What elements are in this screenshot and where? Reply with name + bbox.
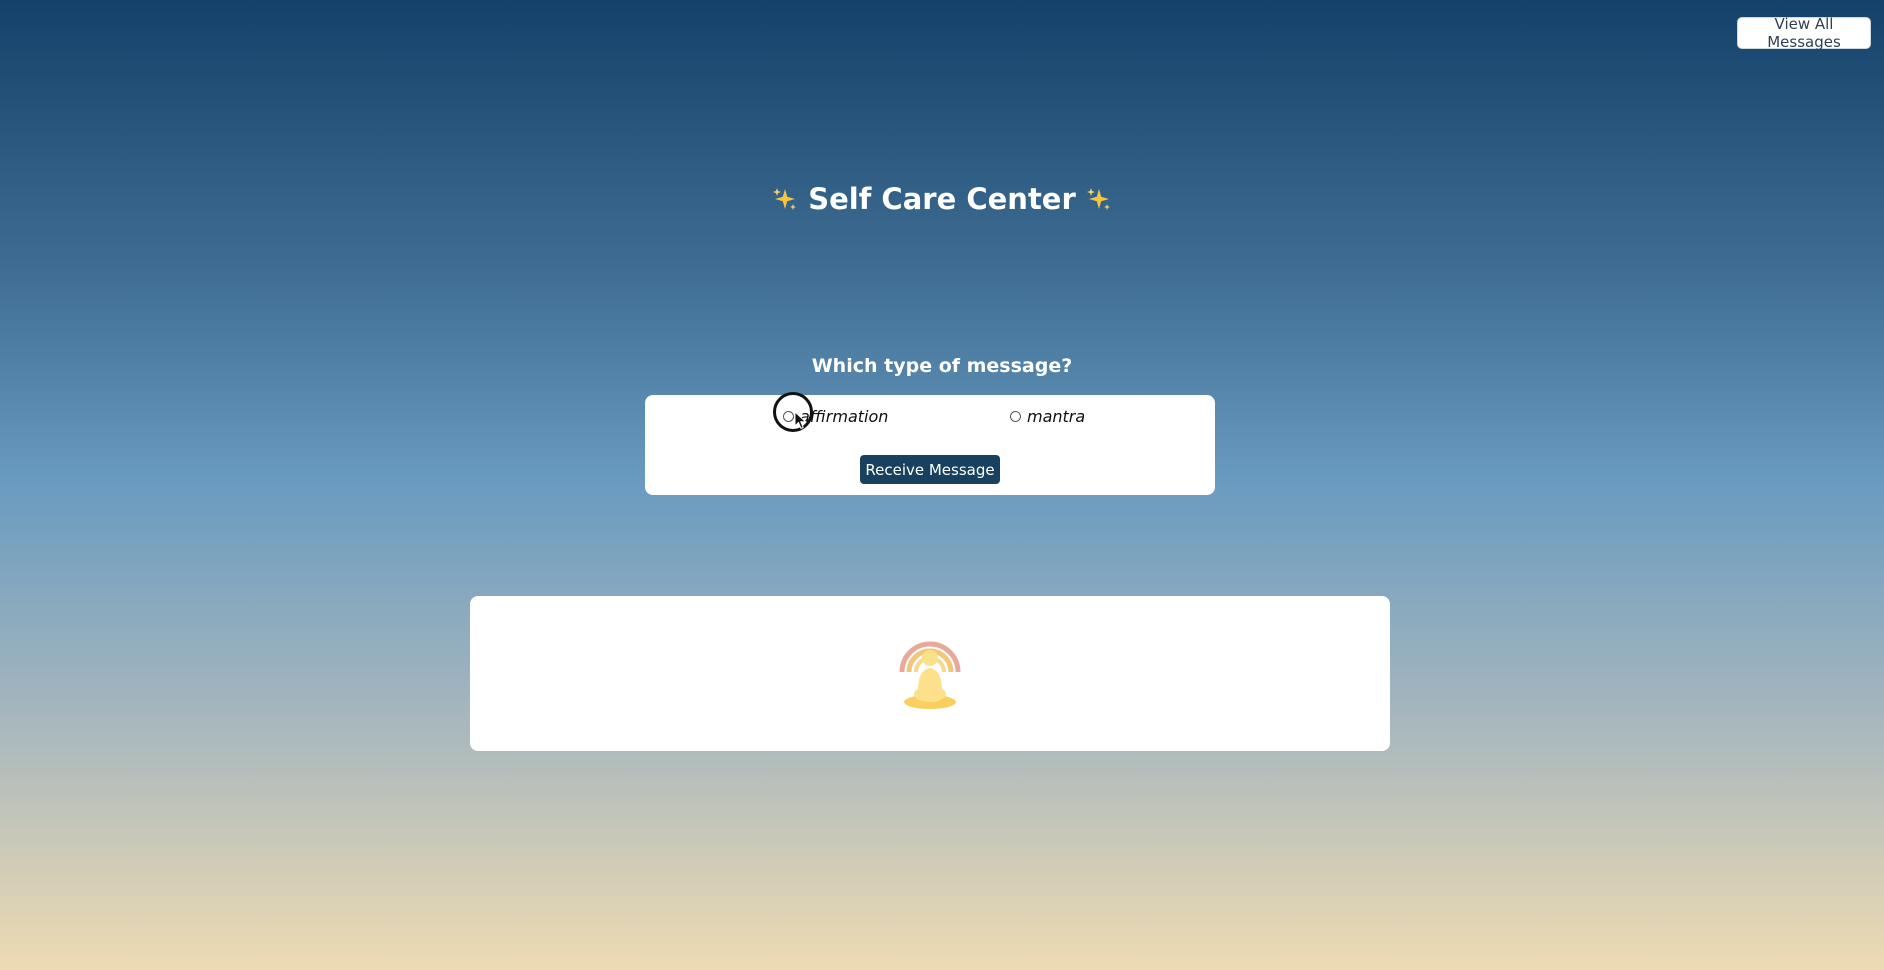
sparkles-icon <box>771 185 799 213</box>
affirmation-label: affirmation <box>800 407 889 426</box>
message-type-form: affirmation mantra Receive Message <box>645 395 1215 495</box>
mantra-radio[interactable] <box>1010 411 1021 422</box>
page-title: Self Care Center <box>0 182 1884 216</box>
affirmation-radio[interactable] <box>783 411 794 422</box>
message-type-question: Which type of message? <box>811 355 1073 377</box>
message-display-area <box>470 596 1390 751</box>
meditation-icon <box>899 641 961 709</box>
sparkles-icon <box>1085 185 1113 213</box>
affirmation-option[interactable]: affirmation <box>783 407 888 426</box>
receive-message-button[interactable]: Receive Message <box>860 455 1000 484</box>
mantra-label: mantra <box>1027 407 1086 426</box>
view-all-messages-button[interactable]: View All Messages <box>1737 15 1871 51</box>
mantra-option[interactable]: mantra <box>1010 407 1085 426</box>
page-title-text: Self Care Center <box>808 182 1076 216</box>
